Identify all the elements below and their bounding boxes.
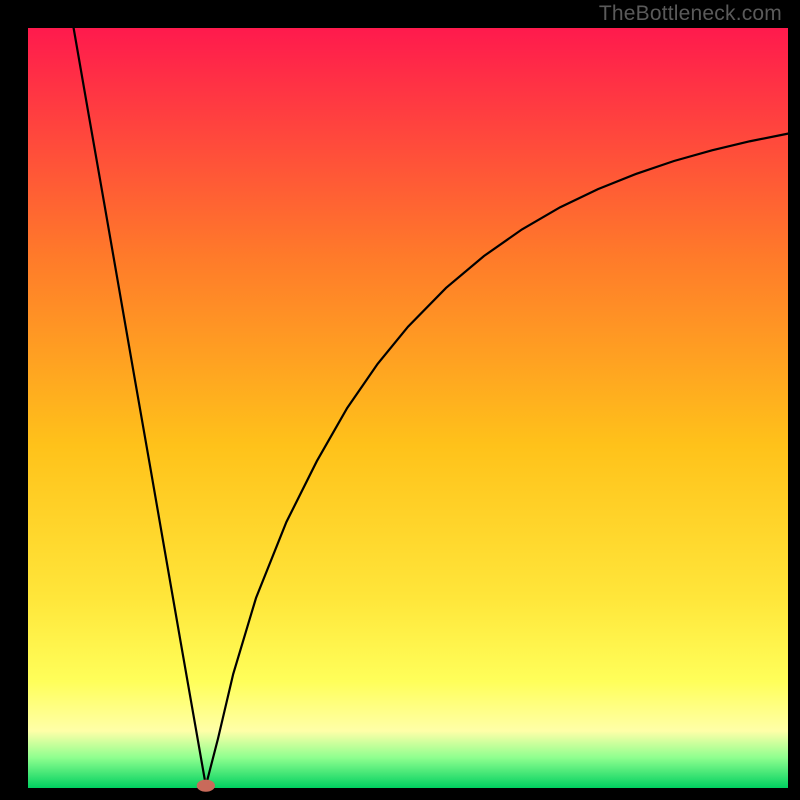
bottleneck-chart (0, 0, 800, 800)
trough-marker (197, 780, 215, 792)
gradient-background (28, 28, 788, 788)
chart-stage: TheBottleneck.com (0, 0, 800, 800)
watermark-text: TheBottleneck.com (599, 2, 782, 26)
